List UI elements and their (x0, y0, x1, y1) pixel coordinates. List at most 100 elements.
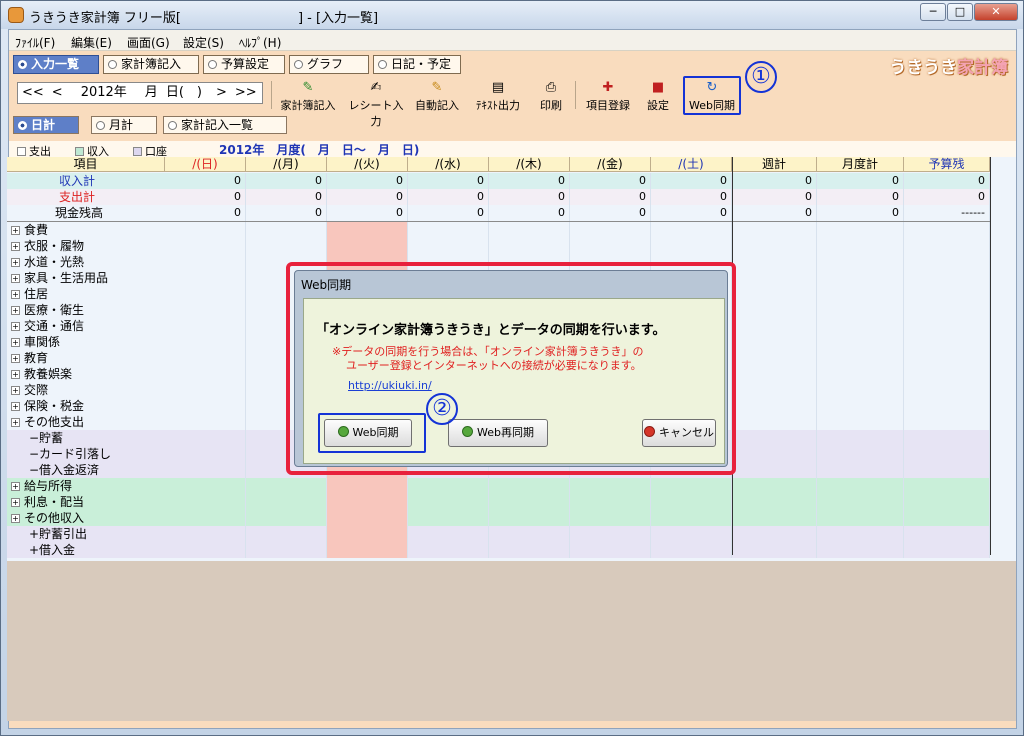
category-cell[interactable] (246, 526, 327, 542)
category-cell[interactable] (165, 302, 246, 318)
summary-cell[interactable]: 0 (489, 173, 570, 189)
tab-kakeibo-entry[interactable]: 家計簿記入 (103, 55, 199, 74)
summary-cell[interactable]: 0 (651, 173, 732, 189)
category-cell[interactable] (904, 510, 990, 526)
category-cell[interactable] (327, 510, 408, 526)
kakeibo-entry-button[interactable]: ✎ 家計簿記入 (275, 79, 341, 113)
category-cell[interactable] (570, 542, 651, 558)
category-cell[interactable] (570, 526, 651, 542)
category-cell[interactable] (165, 494, 246, 510)
summary-cell[interactable]: 0 (732, 173, 817, 189)
category-cell[interactable] (732, 350, 817, 366)
category-cell[interactable] (732, 398, 817, 414)
summary-cell[interactable]: 0 (817, 173, 904, 189)
summary-cell[interactable]: 0 (651, 189, 732, 205)
category-cell[interactable] (570, 478, 651, 494)
next-day-button[interactable]: > (206, 83, 231, 103)
category-cell[interactable] (327, 542, 408, 558)
day-field[interactable]: 日( ) (162, 83, 206, 103)
category-cell[interactable] (732, 270, 817, 286)
dialog-web-resync-button[interactable]: Web再同期 (448, 419, 548, 447)
category-cell[interactable] (817, 462, 904, 478)
category-cell[interactable] (904, 446, 990, 462)
category-cell[interactable] (489, 478, 570, 494)
category-cell[interactable] (817, 446, 904, 462)
category-cell[interactable] (817, 318, 904, 334)
print-button[interactable]: ⎙ 印刷 (533, 79, 569, 113)
category-cell[interactable] (651, 238, 732, 254)
category-cell[interactable] (165, 382, 246, 398)
category-row[interactable]: + その他収入 (7, 510, 990, 526)
category-cell[interactable] (904, 526, 990, 542)
close-button[interactable]: ✕ (974, 3, 1018, 21)
category-cell[interactable] (408, 478, 489, 494)
expand-icon[interactable]: + (11, 482, 20, 491)
category-cell[interactable] (732, 254, 817, 270)
category-cell[interactable] (165, 270, 246, 286)
category-cell[interactable] (165, 446, 246, 462)
expand-icon[interactable]: + (11, 402, 20, 411)
tab-daily[interactable]: 日計 (13, 116, 79, 134)
category-cell[interactable] (327, 222, 408, 238)
category-cell[interactable] (904, 494, 990, 510)
summary-cell[interactable]: 0 (817, 205, 904, 221)
category-cell[interactable] (327, 238, 408, 254)
summary-cell[interactable]: 0 (246, 189, 327, 205)
summary-cell[interactable]: 0 (570, 205, 651, 221)
category-cell[interactable] (165, 334, 246, 350)
category-cell[interactable] (817, 270, 904, 286)
category-row[interactable]: + 利息・配当 (7, 494, 990, 510)
category-cell[interactable] (732, 286, 817, 302)
category-cell[interactable] (165, 542, 246, 558)
auto-entry-button[interactable]: ✎ 自動記入 (409, 79, 465, 113)
expand-icon[interactable]: + (11, 242, 20, 251)
category-cell[interactable] (817, 366, 904, 382)
category-row[interactable]: +借入金 (7, 542, 990, 558)
title-bar[interactable]: うきうき家計簿 フリー版[ ] - [入力一覧] ─ □ ✕ (1, 1, 1023, 29)
category-cell[interactable] (817, 254, 904, 270)
category-cell[interactable] (817, 334, 904, 350)
expand-icon[interactable]: + (11, 322, 20, 331)
category-cell[interactable] (732, 318, 817, 334)
ukiuki-link[interactable]: http://ukiuki.in/ (348, 379, 432, 392)
maximize-button[interactable]: □ (947, 3, 973, 21)
category-cell[interactable] (732, 238, 817, 254)
text-export-button[interactable]: ▤ ﾃｷｽﾄ出力 (469, 79, 527, 113)
tab-graph[interactable]: グラフ (289, 55, 369, 74)
category-cell[interactable] (165, 222, 246, 238)
summary-cell[interactable]: 0 (327, 189, 408, 205)
category-cell[interactable] (817, 398, 904, 414)
category-row[interactable]: +貯蓄引出 (7, 526, 990, 542)
summary-cell[interactable]: 0 (246, 205, 327, 221)
category-cell[interactable] (732, 334, 817, 350)
tab-monthly[interactable]: 月計 (91, 116, 157, 134)
summary-cell[interactable]: 0 (246, 173, 327, 189)
category-cell[interactable] (246, 510, 327, 526)
category-cell[interactable] (732, 542, 817, 558)
tab-entry-list[interactable]: 家計記入一覧 (163, 116, 287, 134)
expand-icon[interactable]: + (11, 386, 20, 395)
category-cell[interactable] (165, 414, 246, 430)
category-cell[interactable] (489, 494, 570, 510)
category-cell[interactable] (904, 222, 990, 238)
category-cell[interactable] (904, 270, 990, 286)
summary-cell[interactable]: 0 (570, 189, 651, 205)
category-cell[interactable] (165, 430, 246, 446)
category-cell[interactable] (732, 366, 817, 382)
category-cell[interactable] (904, 302, 990, 318)
category-cell[interactable] (904, 334, 990, 350)
summary-cell[interactable]: 0 (817, 189, 904, 205)
category-cell[interactable] (732, 446, 817, 462)
category-row[interactable]: + 食費 (7, 222, 990, 238)
item-register-button[interactable]: ✚ 項目登録 (581, 79, 635, 113)
category-cell[interactable] (165, 254, 246, 270)
category-cell[interactable] (165, 462, 246, 478)
category-cell[interactable] (732, 526, 817, 542)
expand-icon[interactable]: + (11, 498, 20, 507)
settings-button[interactable]: ■ 設定 (641, 79, 675, 113)
category-row[interactable]: + 衣服・履物 (7, 238, 990, 254)
category-cell[interactable] (732, 430, 817, 446)
category-cell[interactable] (817, 526, 904, 542)
category-cell[interactable] (408, 238, 489, 254)
expand-icon[interactable]: + (11, 354, 20, 363)
